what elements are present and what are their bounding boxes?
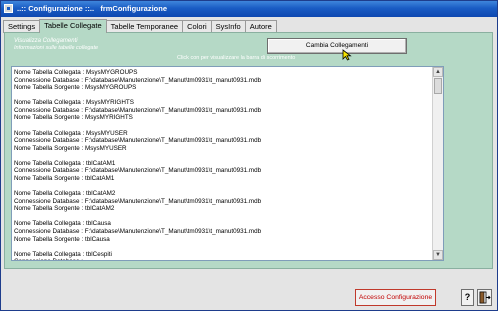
linked-table-name-label: Nome Tabella Collegata : (14, 159, 86, 167)
linked-table-name: Nome Tabella Collegata : tblCausa (14, 220, 432, 228)
connection-database-value: F:\database\Manutenzione\T_Manut\tm0931\… (84, 137, 262, 145)
linked-table-name-label: Nome Tabella Collegata : (14, 220, 86, 228)
linked-table-name: Nome Tabella Collegata : MsysMYUSER (14, 130, 432, 138)
linked-table-name: Nome Tabella Collegata : MsysMYRIGHTS (14, 99, 432, 107)
scroll-down-icon[interactable]: ▼ (433, 250, 443, 260)
linked-table-name-value: tblCespiti (86, 250, 112, 258)
source-table-name-label: Nome Tabella Sorgente : (14, 235, 85, 243)
app-icon (4, 4, 13, 13)
source-table-name-label: Nome Tabella Sorgente : (14, 144, 85, 152)
linked-table-name-value: tblCausa (86, 220, 111, 228)
list-item[interactable]: Nome Tabella Collegata : tblCatAM2 Connes… (14, 190, 432, 213)
source-table-name-label: Nome Tabella Sorgente : (14, 84, 85, 92)
source-table-name-value: MsysMYGROUPS (84, 84, 137, 92)
source-table-name-label: Nome Tabella Sorgente : (14, 175, 85, 183)
connection-database: Connessione Database : F:\database\Manut… (14, 167, 432, 175)
linked-table-name-value: MsysMYRIGHTS (86, 99, 134, 107)
exit-button[interactable] (477, 289, 492, 306)
source-table-name-value: tblCatAM2 (84, 205, 115, 213)
linked-table-name: Nome Tabella Collegata : tblCatAM2 (14, 190, 432, 198)
title-bar[interactable]: ..:: Configurazione ::.. frmConfigurazio… (1, 1, 497, 17)
connection-database: Connessione Database : F:\database\Manut… (14, 198, 432, 206)
scrollbar-thumb[interactable] (434, 78, 442, 94)
connection-database-label: Connessione Database : (14, 228, 85, 235)
configuration-window: ..:: Configurazione ::.. frmConfigurazio… (0, 0, 498, 311)
list-item[interactable]: Nome Tabella Collegata : MsysMYRIGHTS Con… (14, 99, 432, 122)
source-table-name-value: tblCatAM1 (84, 175, 115, 183)
linked-table-name-value: tblCatAM1 (86, 159, 116, 167)
source-table-name: Nome Tabella Sorgente : MsysMYGROUPS (14, 84, 432, 92)
linked-tables-list-content: Nome Tabella Collegata : MsysMYGROUPS Con… (14, 69, 432, 260)
list-item[interactable]: Nome Tabella Collegata : tblCausa Conness… (14, 220, 432, 243)
connection-database-value: F:\database\Manutenzione\T_Manut\tm0931\… (84, 197, 262, 205)
tab-strip: Settings Tabelle Collegate Tabelle Tempo… (3, 19, 277, 33)
list-item[interactable]: Nome Tabella Collegata : MsysMYUSER Conne… (14, 130, 432, 153)
linked-tables-list[interactable]: Nome Tabella Collegata : MsysMYGROUPS Con… (11, 66, 444, 261)
linked-table-name-label: Nome Tabella Collegata : (14, 69, 86, 76)
section-subtitle: Informazioni sulle tabelle collegate (14, 45, 99, 51)
window-title: ..:: Configurazione ::.. frmConfigurazio… (17, 4, 167, 13)
linked-table-name: Nome Tabella Collegata : tblCespiti (14, 251, 432, 259)
cambia-collegamenti-button[interactable]: Cambia Collegamenti (267, 38, 407, 54)
source-table-name: Nome Tabella Sorgente : tblCatAM2 (14, 205, 432, 213)
mouse-pointer-icon (342, 49, 352, 61)
linked-table-name-value: tblCatAM2 (86, 190, 116, 198)
connection-database-label: Connessione Database : (14, 137, 85, 145)
source-table-name: Nome Tabella Sorgente : MsysMYUSER (14, 145, 432, 153)
tabelle-collegate-panel: Visualizza Collegamenti Informazioni sul… (4, 32, 493, 269)
linked-table-name-label: Nome Tabella Collegata : (14, 250, 86, 258)
list-item[interactable]: Nome Tabella Collegata : tblCatAM1 Connes… (14, 160, 432, 183)
source-table-name-label: Nome Tabella Sorgente : (14, 205, 85, 213)
section-title: Visualizza Collegamenti (14, 38, 78, 44)
connection-database-value: F:\database\Manutenzione\T_Manut\tm0931\… (84, 167, 262, 175)
connection-database-label: Connessione Database : (14, 76, 85, 84)
connection-database-label: Connessione Database : (14, 197, 85, 205)
connection-database: Connessione Database : (14, 258, 432, 260)
connection-database-value: F:\database\Manutenzione\T_Manut\tm0931\… (84, 228, 262, 235)
connection-database-label: Connessione Database : (14, 106, 85, 114)
connection-database: Connessione Database : F:\database\Manut… (14, 77, 432, 85)
connection-database-label: Connessione Database : (14, 258, 83, 260)
source-table-name: Nome Tabella Sorgente : MsysMYRIGHTS (14, 114, 432, 122)
linked-table-name-value: MsysMYGROUPS (86, 69, 138, 76)
connection-database: Connessione Database : F:\database\Manut… (14, 137, 432, 145)
scroll-up-icon[interactable]: ▲ (433, 67, 443, 77)
linked-table-name-label: Nome Tabella Collegata : (14, 99, 86, 107)
connection-database: Connessione Database : F:\database\Manut… (14, 228, 432, 236)
linked-table-name-value: MsysMYUSER (86, 129, 128, 137)
tab-tabelle-collegate[interactable]: Tabelle Collegate (39, 19, 107, 33)
connection-database-value: F:\database\Manutenzione\T_Manut\tm0931\… (84, 106, 262, 114)
linked-table-name: Nome Tabella Collegata : MsysMYGROUPS (14, 69, 432, 77)
accesso-configurazione-button[interactable]: Accesso Configurazione (355, 289, 436, 306)
source-table-name-value: MsysMYRIGHTS (84, 114, 133, 122)
connection-database-value: F:\database\Manutenzione\T_Manut\tm0931\… (84, 76, 262, 84)
linked-table-name-label: Nome Tabella Collegata : (14, 190, 86, 198)
source-table-name: Nome Tabella Sorgente : tblCatAM1 (14, 175, 432, 183)
source-table-name: Nome Tabella Sorgente : tblCausa (14, 236, 432, 244)
help-button[interactable]: ? (461, 289, 474, 306)
scroll-hint: Click con per visualizzare la barra di s… (177, 55, 296, 61)
list-scrollbar[interactable]: ▲ ▼ (432, 67, 443, 260)
list-item[interactable]: Nome Tabella Collegata : MsysMYGROUPS Con… (14, 69, 432, 92)
exit-door-icon (479, 291, 491, 304)
connection-database-label: Connessione Database : (14, 167, 85, 175)
source-table-name-value: MsysMYUSER (84, 144, 127, 152)
connection-database: Connessione Database : F:\database\Manut… (14, 107, 432, 115)
source-table-name-label: Nome Tabella Sorgente : (14, 114, 85, 122)
linked-table-name-label: Nome Tabella Collegata : (14, 129, 86, 137)
list-item[interactable]: Nome Tabella Collegata : tblCespitiConne… (14, 251, 432, 260)
source-table-name-value: tblCausa (84, 235, 110, 243)
linked-table-name: Nome Tabella Collegata : tblCatAM1 (14, 160, 432, 168)
